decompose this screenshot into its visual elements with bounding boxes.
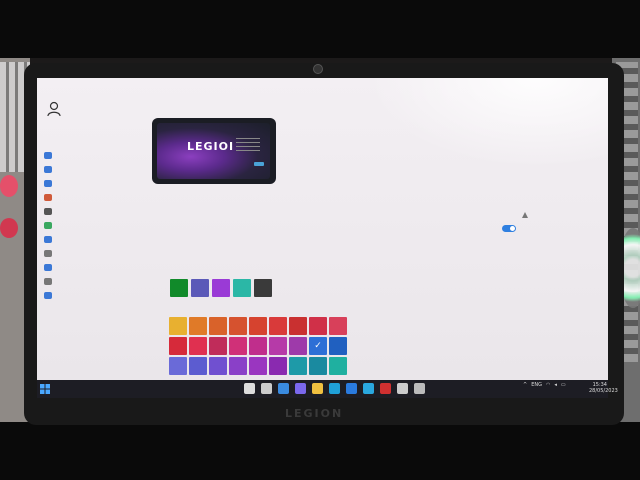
teams-chat-icon[interactable] — [295, 383, 306, 394]
color-swatch[interactable]: ✓ — [309, 337, 327, 355]
color-swatch[interactable] — [329, 337, 347, 355]
preview-window-lines — [236, 138, 260, 152]
color-swatch[interactable] — [189, 337, 207, 355]
laptop-screen: LEGIOI ✓ — [37, 78, 608, 380]
task-view-icon[interactable] — [261, 383, 272, 394]
taskbar-clock[interactable]: 15:34 28/05/2023 — [589, 382, 618, 394]
color-swatch[interactable] — [269, 337, 287, 355]
color-swatch[interactable] — [309, 317, 327, 335]
mcafee-icon[interactable] — [380, 383, 391, 394]
wallpaper-logo-text: LEGIOI — [187, 140, 235, 153]
background-pink-object — [0, 175, 18, 197]
color-swatch[interactable] — [209, 357, 227, 375]
color-swatch[interactable] — [209, 317, 227, 335]
volume-icon[interactable]: ◂ — [554, 382, 557, 388]
color-swatch[interactable] — [249, 337, 267, 355]
system-tray: ^ ENG ◠ ◂ ▭ — [523, 382, 566, 388]
language-indicator[interactable]: ENG — [531, 382, 542, 388]
color-swatch[interactable] — [289, 337, 307, 355]
windows-colors-grid: ✓ — [169, 317, 347, 375]
color-swatch[interactable] — [169, 357, 187, 375]
store-icon[interactable] — [346, 383, 357, 394]
gaming-icon[interactable] — [44, 250, 52, 257]
letterbox-top — [0, 0, 640, 58]
color-swatch[interactable] — [189, 317, 207, 335]
wallpaper-preview: LEGIOI — [152, 118, 276, 184]
color-swatch[interactable] — [229, 357, 247, 375]
apps-icon[interactable] — [44, 208, 52, 215]
recent-color-swatch[interactable] — [254, 279, 272, 297]
battery-icon[interactable]: ▭ — [561, 382, 566, 388]
color-swatch[interactable] — [309, 357, 327, 375]
accent-toggle-switch[interactable] — [502, 225, 516, 232]
color-swatch[interactable] — [249, 357, 267, 375]
file-explorer-icon[interactable] — [312, 383, 323, 394]
legion-icon[interactable] — [363, 383, 374, 394]
accounts-icon[interactable] — [44, 222, 52, 229]
xbox-icon[interactable] — [397, 383, 408, 394]
search-icon[interactable] — [244, 383, 255, 394]
time-language-icon[interactable] — [44, 236, 52, 243]
recent-color-swatch[interactable] — [233, 279, 251, 297]
background-pink-object — [0, 218, 18, 238]
bluetooth-icon[interactable] — [44, 180, 52, 187]
selected-check-icon: ✓ — [314, 341, 322, 351]
recent-color-swatch[interactable] — [170, 279, 188, 297]
recent-colors-row — [170, 279, 272, 297]
mouse-cursor-icon — [522, 212, 528, 218]
color-swatch[interactable] — [249, 317, 267, 335]
recent-color-swatch[interactable] — [191, 279, 209, 297]
letterbox-bottom — [0, 422, 640, 480]
settings-gear-icon[interactable] — [414, 383, 425, 394]
chevron-up-icon[interactable]: ^ — [523, 382, 527, 388]
user-account-icon[interactable] — [47, 101, 61, 117]
taskbar-apps — [244, 383, 425, 394]
taskbar: ^ ENG ◠ ◂ ▭ 15:34 28/05/2023 — [37, 380, 618, 398]
screen-glare — [367, 78, 608, 168]
accessibility-icon[interactable] — [44, 264, 52, 271]
color-swatch[interactable] — [289, 317, 307, 335]
color-swatch[interactable] — [289, 357, 307, 375]
recent-color-swatch[interactable] — [212, 279, 230, 297]
color-swatch[interactable] — [329, 357, 347, 375]
color-swatch[interactable] — [209, 337, 227, 355]
laptop-brand-label: LEGION — [285, 407, 344, 420]
color-swatch[interactable] — [329, 317, 347, 335]
webcam-icon — [313, 64, 323, 74]
color-swatch[interactable] — [189, 357, 207, 375]
color-swatch[interactable] — [229, 337, 247, 355]
settings-sidebar — [42, 152, 54, 306]
color-swatch[interactable] — [229, 317, 247, 335]
home-icon[interactable] — [44, 152, 52, 159]
privacy-shield-icon[interactable] — [44, 278, 52, 285]
windows-update-icon[interactable] — [44, 292, 52, 299]
start-windows-icon[interactable] — [40, 384, 50, 394]
color-swatch[interactable] — [169, 337, 187, 355]
color-swatch[interactable] — [269, 357, 287, 375]
wifi-icon[interactable]: ◠ — [546, 382, 550, 388]
color-swatch[interactable] — [269, 317, 287, 335]
clock-date: 28/05/2023 — [589, 388, 618, 394]
color-swatch[interactable] — [169, 317, 187, 335]
personalization-brush-icon[interactable] — [44, 194, 52, 201]
edge-icon[interactable] — [329, 383, 340, 394]
preview-accent-button — [254, 162, 264, 166]
system-icon[interactable] — [44, 166, 52, 173]
widgets-icon[interactable] — [278, 383, 289, 394]
